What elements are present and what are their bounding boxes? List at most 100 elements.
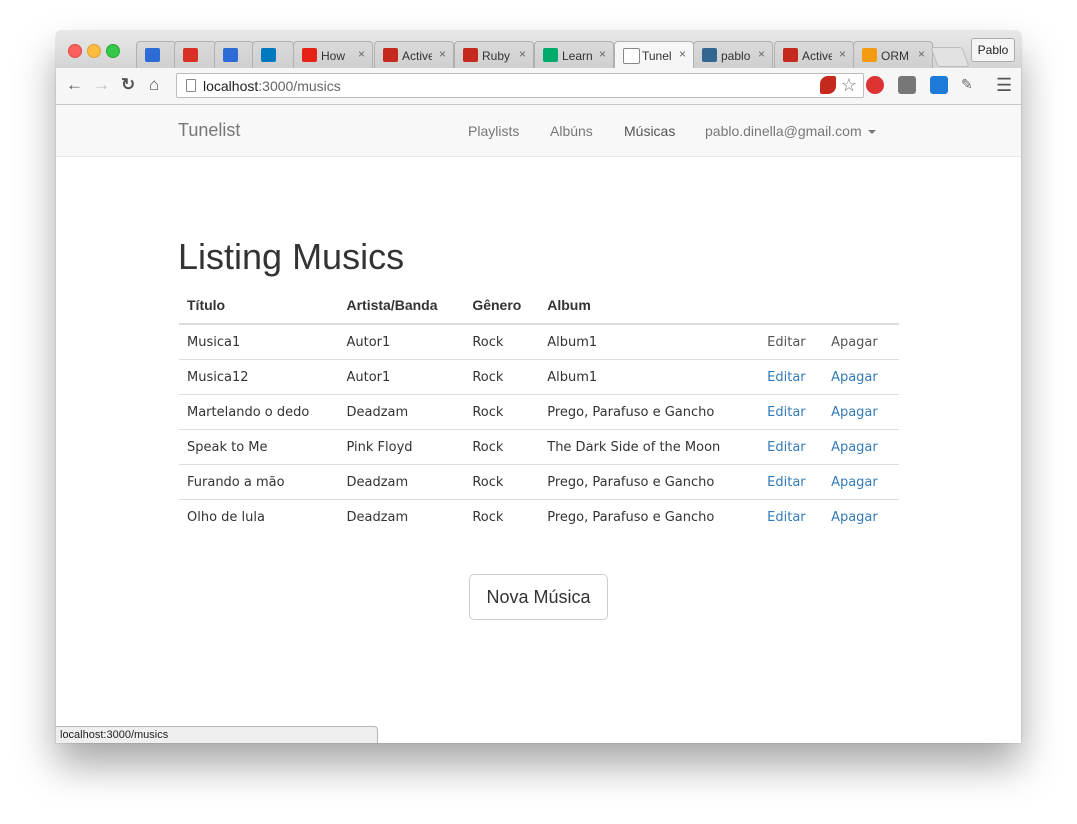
home-icon[interactable]: ⌂ (149, 76, 159, 94)
close-window-button[interactable] (68, 44, 82, 58)
browser-tab[interactable]: pablo × (693, 41, 773, 68)
gmail-icon (183, 48, 198, 62)
browser-tab[interactable]: Learn × (534, 41, 614, 68)
new-tab-button[interactable] (930, 47, 970, 67)
bookmark-star-icon[interactable]: ☆ (841, 75, 857, 96)
table-cell: Album1 (539, 359, 760, 395)
reload-icon[interactable]: ↻ (121, 76, 135, 94)
table-cell: Autor1 (338, 323, 465, 360)
delete-link[interactable]: Apagar (823, 499, 899, 534)
close-tab-icon[interactable]: × (758, 47, 765, 61)
table-cell: Autor1 (338, 359, 465, 395)
forward-arrow-icon[interactable]: → (93, 76, 110, 94)
delete-link[interactable]: Apagar (823, 464, 899, 500)
browser-tab[interactable]: Active × (374, 41, 454, 68)
table-cell: Rock (464, 359, 540, 395)
close-tab-icon[interactable]: × (679, 47, 686, 61)
menu-icon[interactable]: ☰ (996, 76, 1012, 94)
address-bar[interactable]: localhost:3000/musics ☆ (176, 73, 864, 98)
table-cell: Rock (464, 464, 540, 500)
zoom-window-button[interactable] (106, 44, 120, 58)
browser-tab[interactable]: ORM × (853, 41, 933, 68)
tab-strip: How × Active × Ruby × Learn × Tunel × pablo × Active… (56, 31, 1021, 69)
user-email: pablo.dinella@gmail.com (705, 123, 862, 139)
back-arrow-icon[interactable]: ← (66, 76, 83, 94)
table-cell: Rock (464, 429, 540, 465)
rails-icon (783, 48, 798, 62)
table-header-row: Título Artista/Banda Gênero Album (179, 287, 899, 325)
page-title: Listing Musics (178, 236, 405, 277)
url-text: localhost:3000/musics (203, 78, 341, 94)
delete-link[interactable]: Apagar (823, 429, 899, 465)
stop-extension-icon[interactable] (866, 76, 884, 94)
delete-link[interactable]: Apagar (823, 323, 899, 360)
browser-tab[interactable]: Tunel × (614, 41, 694, 69)
edit-link[interactable]: Editar (759, 323, 824, 360)
edit-link[interactable]: Editar (759, 499, 824, 534)
browser-tab[interactable]: Active × (774, 41, 854, 68)
table-cell: Rock (464, 394, 540, 430)
browser-tab[interactable] (214, 41, 254, 68)
profile-button[interactable]: Pablo (971, 38, 1015, 62)
table-row: Musica12 Autor1 Rock Album1 Editar Apagar (179, 359, 899, 395)
column-header (759, 287, 824, 325)
trello-icon (261, 48, 276, 62)
nav-link-albuns[interactable]: Albúns (550, 123, 593, 139)
page-icon (186, 79, 196, 92)
close-tab-icon[interactable]: × (519, 47, 526, 61)
nav-link-musicas[interactable]: Músicas (624, 123, 675, 139)
status-bar: localhost:3000/musics (56, 726, 378, 743)
rails-icon (383, 48, 398, 62)
close-tab-icon[interactable]: × (918, 47, 925, 61)
table-cell: Musica1 (179, 323, 339, 360)
column-header (823, 287, 899, 325)
page-content: Tunelist Playlists Albúns Músicas pablo.… (56, 105, 1021, 743)
edit-link[interactable]: Editar (759, 394, 824, 430)
inbox-icon (223, 48, 238, 62)
database-icon (702, 48, 717, 62)
browser-tab[interactable]: Ruby × (454, 41, 534, 68)
delete-link[interactable]: Apagar (823, 359, 899, 395)
nav-link-playlists[interactable]: Playlists (468, 123, 519, 139)
table-cell: Furando a mão (179, 464, 339, 500)
edit-link[interactable]: Editar (759, 429, 824, 465)
close-tab-icon[interactable]: × (599, 47, 606, 61)
table-cell: Speak to Me (179, 429, 339, 465)
browser-tab[interactable]: How × (293, 41, 373, 68)
tab-label: How (321, 49, 346, 63)
column-header: Artista/Banda (338, 287, 465, 325)
tab-label: ORM (881, 49, 909, 63)
delete-link[interactable]: Apagar (823, 394, 899, 430)
sketch-extension-icon[interactable]: ✎ (961, 76, 979, 94)
caret-down-icon (867, 130, 876, 135)
rails-extension-icon[interactable] (820, 76, 836, 94)
table-cell: Prego, Parafuso e Gancho (539, 499, 760, 534)
edit-link[interactable]: Editar (759, 359, 824, 395)
orm-icon (862, 48, 877, 62)
column-header: Gênero (464, 287, 540, 325)
close-tab-icon[interactable]: × (439, 47, 446, 61)
table-row: Furando a mão Deadzam Rock Prego, Parafuso … (179, 464, 899, 500)
tab-label: Ruby (482, 49, 511, 63)
url-path: :3000/musics (258, 78, 341, 94)
rails-icon (463, 48, 478, 62)
table-row: Musica1 Autor1 Rock Album1 Editar Apagar (179, 323, 899, 360)
browser-tab[interactable] (252, 41, 294, 68)
close-tab-icon[interactable]: × (839, 47, 846, 61)
brand-link[interactable]: Tunelist (178, 120, 240, 141)
minimize-window-button[interactable] (87, 44, 101, 58)
edit-link[interactable]: Editar (759, 464, 824, 500)
window-extension-icon[interactable] (930, 76, 948, 94)
table-cell: The Dark Side of the Moon (539, 429, 760, 465)
new-music-button[interactable]: Nova Música (469, 574, 608, 620)
browser-tab[interactable] (136, 41, 176, 68)
pocket-icon[interactable] (898, 76, 916, 94)
user-dropdown[interactable]: pablo.dinella@gmail.com (705, 123, 876, 139)
table-cell: Deadzam (338, 464, 465, 500)
browser-tab[interactable] (174, 41, 216, 68)
table-cell: Deadzam (338, 394, 465, 430)
table-cell: Album1 (539, 323, 760, 360)
page-icon (623, 48, 640, 64)
close-tab-icon[interactable]: × (358, 47, 365, 61)
medium-icon (543, 48, 558, 62)
